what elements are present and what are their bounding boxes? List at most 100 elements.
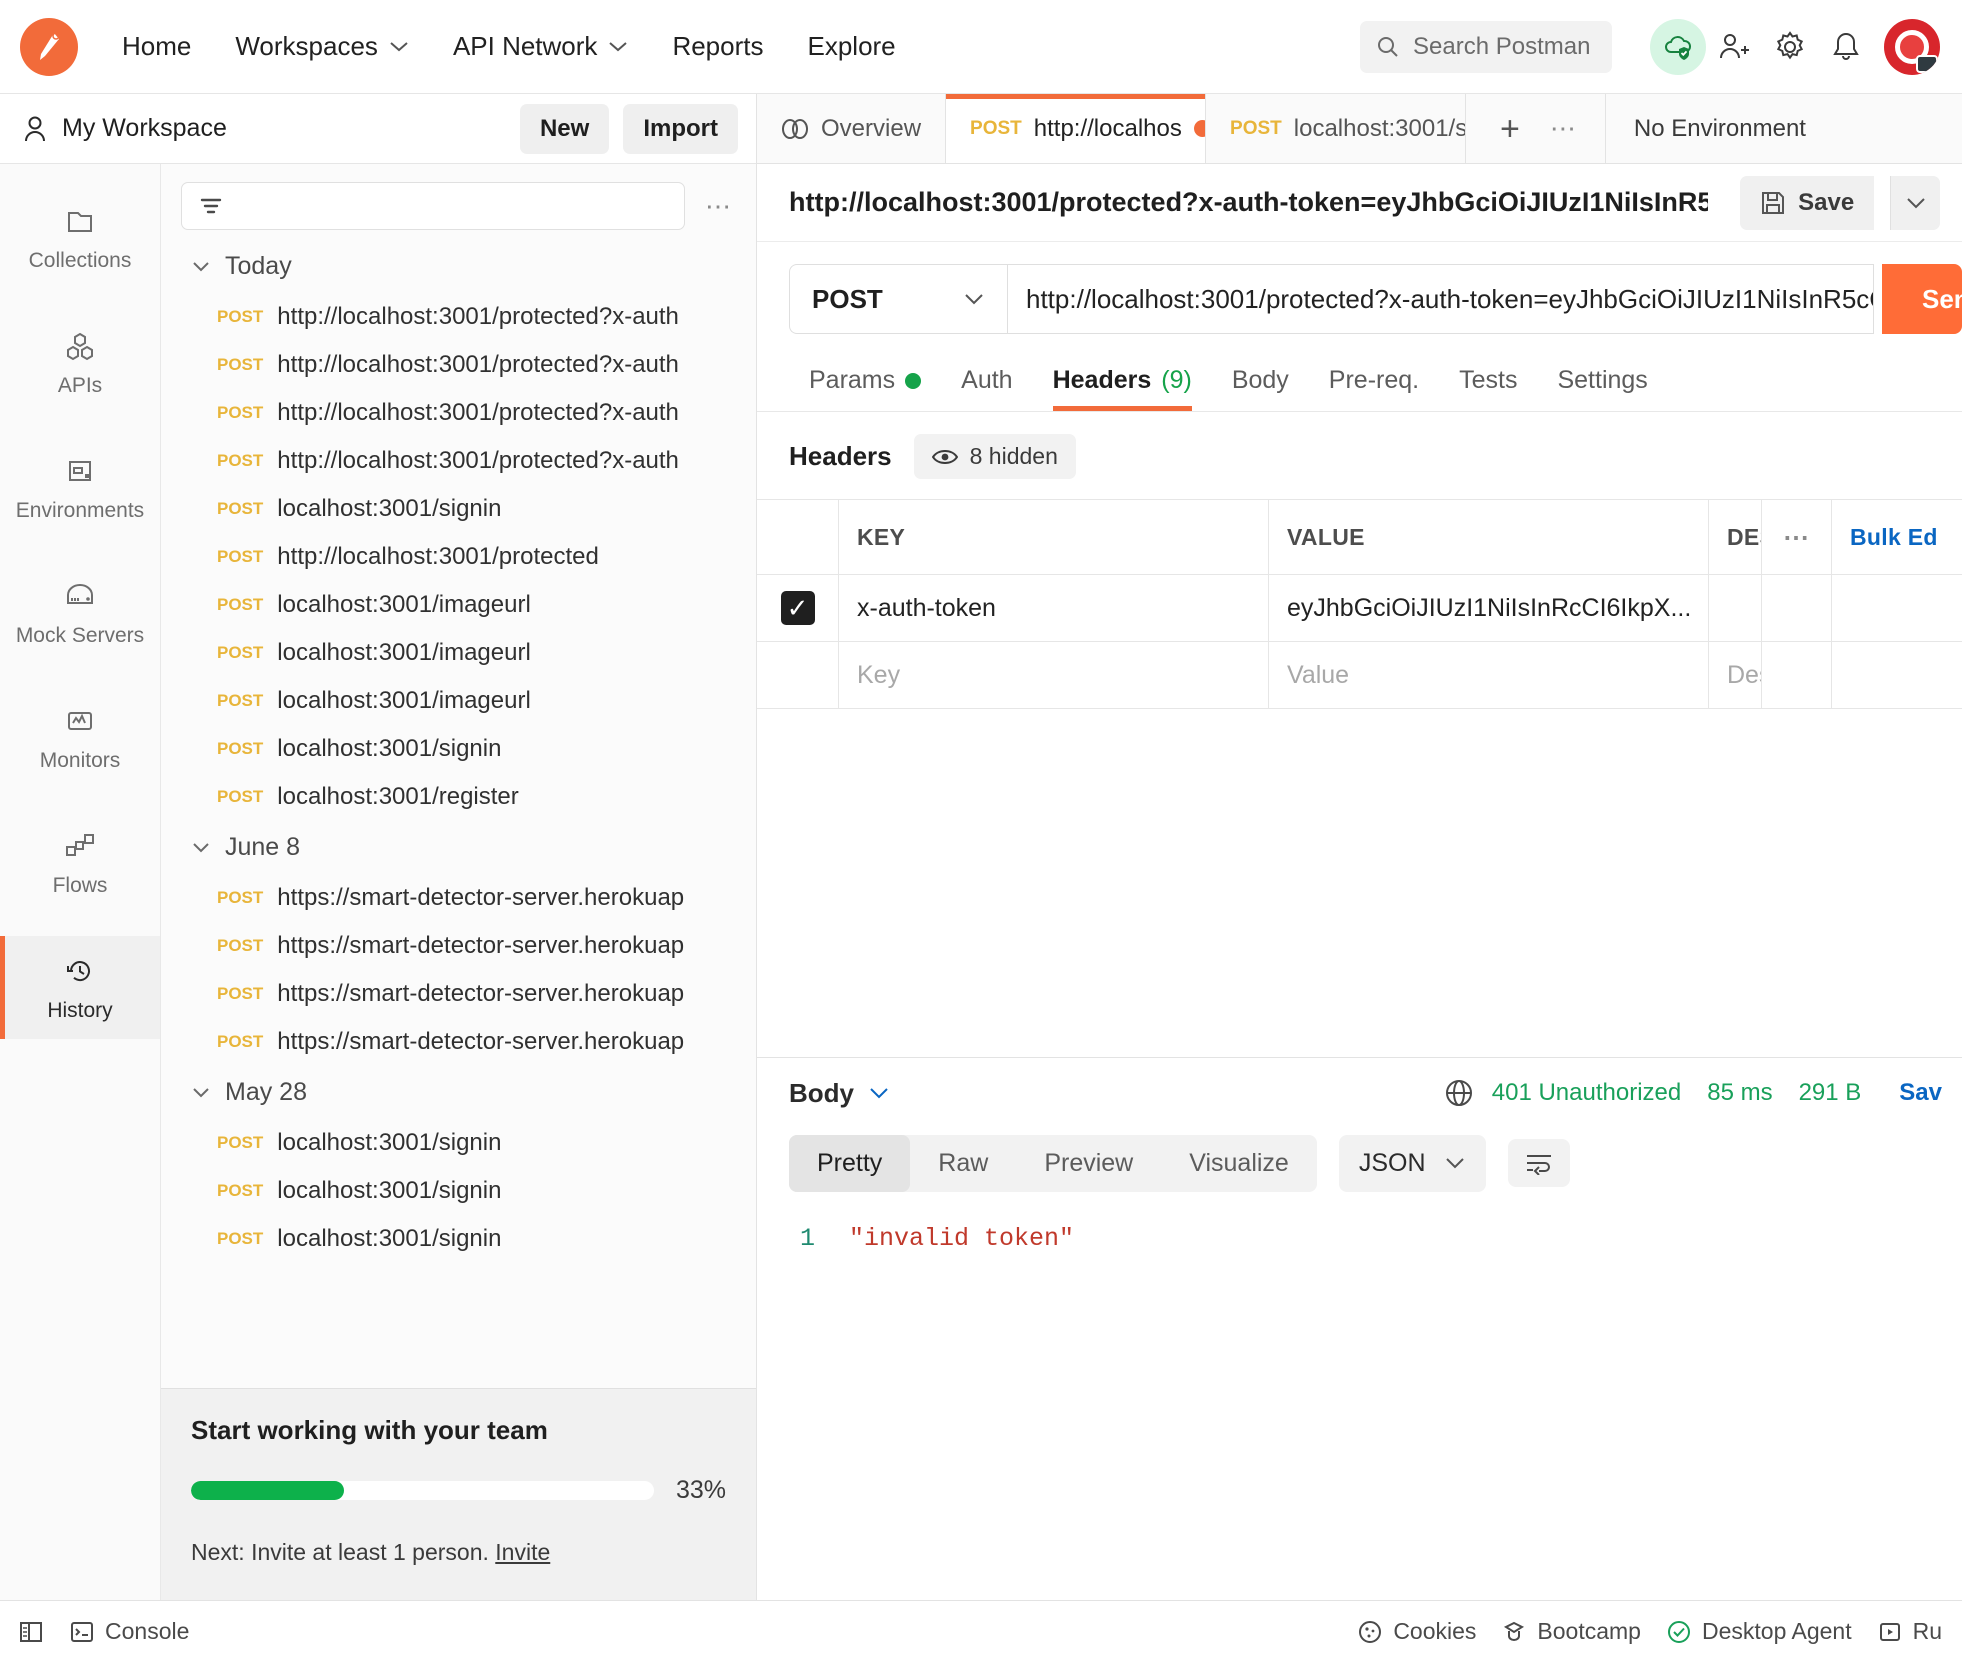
sidebar-item-history[interactable]: History <box>0 936 160 1039</box>
history-list[interactable]: Today POST http://localhost:3001/protecte… <box>161 240 756 1388</box>
save-response-button[interactable]: Sav <box>1899 1079 1962 1107</box>
history-item[interactable]: POST localhost:3001/signin <box>161 1119 756 1167</box>
sidebar-item-label: APIs <box>57 374 103 397</box>
tab-pretty[interactable]: Pretty <box>789 1134 911 1192</box>
user-avatar[interactable] <box>1884 18 1940 75</box>
row-spacer-2 <box>1832 575 1962 641</box>
history-item[interactable]: POST localhost:3001/imageurl <box>161 629 756 677</box>
history-group-label: Today <box>225 252 292 280</box>
row-checkbox-cell[interactable]: ✓ <box>757 575 839 641</box>
invite-link[interactable]: Invite <box>495 1539 550 1565</box>
tab-request-2[interactable]: POST localhost:3001/s <box>1206 94 1467 163</box>
tabbar-more-options-icon[interactable]: ⋯ <box>1542 113 1585 144</box>
new-header-description-input[interactable]: Description <box>1709 642 1762 708</box>
history-item[interactable]: POST https://smart-detector-server.heroku… <box>161 1018 756 1066</box>
sidebar-item-apis[interactable]: APIs <box>0 311 160 414</box>
history-item[interactable]: POST localhost:3001/imageurl <box>161 677 756 725</box>
tab-request-active[interactable]: POST http://localhos <box>946 94 1207 163</box>
tab-headers[interactable]: Headers (9) <box>1033 356 1212 411</box>
header-value[interactable]: eyJhbGciOiJIUzI1NiIsInRcCI6IkpX... <box>1269 575 1709 641</box>
header-description[interactable] <box>1709 575 1762 641</box>
cloud-sync-status-icon[interactable] <box>1650 18 1706 75</box>
cookies-button[interactable]: Cookies <box>1358 1618 1476 1645</box>
history-item[interactable]: POST http://localhost:3001/protected?x-au… <box>161 389 756 437</box>
http-method-select[interactable]: POST <box>789 264 1007 334</box>
row-spacer-2 <box>1832 642 1962 708</box>
checkbox-checked-icon[interactable]: ✓ <box>780 591 815 625</box>
runner-button[interactable]: Ru <box>1878 1618 1942 1645</box>
tab-body[interactable]: Body <box>1212 356 1309 411</box>
tab-preview[interactable]: Preview <box>1016 1135 1161 1192</box>
nav-item-home[interactable]: Home <box>100 23 213 70</box>
chevron-down-icon <box>1444 1156 1466 1170</box>
tab-tests[interactable]: Tests <box>1439 356 1537 411</box>
gear-icon[interactable] <box>1762 19 1818 75</box>
tab-overview[interactable]: Overview <box>757 94 947 163</box>
new-header-value-input[interactable]: Value <box>1269 642 1709 708</box>
response-body-selector[interactable]: Body <box>789 1078 890 1109</box>
history-item[interactable]: POST https://smart-detector-server.heroku… <box>161 874 756 922</box>
console-button[interactable]: Console <box>70 1618 189 1645</box>
save-options-button[interactable] <box>1890 175 1940 230</box>
history-item[interactable]: POST http://localhost:3001/protected?x-au… <box>161 437 756 485</box>
tab-settings[interactable]: Settings <box>1537 356 1667 411</box>
desktop-agent-status[interactable]: Desktop Agent <box>1667 1618 1852 1645</box>
response-body-code[interactable]: 1 "invalid token" <box>757 1205 1962 1253</box>
bulk-edit-button[interactable]: Bulk Ed <box>1832 500 1962 574</box>
history-item[interactable]: POST https://smart-detector-server.heroku… <box>161 970 756 1018</box>
history-item[interactable]: POST http://localhost:3001/protected?x-au… <box>161 293 756 341</box>
search-input[interactable]: Search Postman <box>1360 20 1612 73</box>
history-item[interactable]: POST localhost:3001/signin <box>161 725 756 773</box>
response-bar: Body 401 Unauthorized 85 ms 291 B Sav <box>757 1056 1962 1127</box>
new-header-key-input[interactable]: Key <box>839 642 1269 708</box>
invite-user-icon[interactable] <box>1706 19 1762 75</box>
sidebar-item-mock-servers[interactable]: Mock Servers <box>0 561 160 664</box>
history-item[interactable]: POST localhost:3001/signin <box>161 485 756 533</box>
response-format-select[interactable]: JSON <box>1338 1134 1486 1192</box>
tab-raw[interactable]: Raw <box>910 1135 1016 1192</box>
nav-item-reports[interactable]: Reports <box>650 23 785 70</box>
history-item[interactable]: POST localhost:3001/register <box>161 773 756 821</box>
history-group-header[interactable]: June 8 <box>161 821 756 874</box>
tab-pre-request[interactable]: Pre-req. <box>1309 356 1439 411</box>
save-button[interactable]: Save <box>1740 175 1875 230</box>
send-button[interactable]: Send <box>1882 264 1962 334</box>
header-key[interactable]: x-auth-token <box>839 575 1269 641</box>
chevron-down-icon <box>608 40 628 53</box>
nav-item-explore[interactable]: Explore <box>785 23 917 70</box>
history-item[interactable]: POST http://localhost:3001/protected <box>161 533 756 581</box>
postman-logo-icon[interactable] <box>20 17 78 76</box>
new-tab-button[interactable]: + <box>1486 112 1534 146</box>
bell-icon[interactable] <box>1818 19 1874 75</box>
history-more-options-icon[interactable]: ⋯ <box>697 191 740 222</box>
table-row-placeholder[interactable]: Key Value Description <box>757 642 1962 709</box>
sidebar-item-monitors[interactable]: Monitors <box>0 686 160 789</box>
tab-params[interactable]: Params <box>789 356 941 411</box>
history-filter-input[interactable] <box>181 182 685 230</box>
sidebar-toggle-icon[interactable] <box>18 1619 44 1645</box>
history-item[interactable]: POST http://localhost:3001/protected?x-au… <box>161 341 756 389</box>
tab-visualize[interactable]: Visualize <box>1161 1135 1317 1192</box>
new-button[interactable]: New <box>519 103 610 154</box>
import-button[interactable]: Import <box>623 103 738 154</box>
environment-selector[interactable]: No Environment <box>1605 94 1834 163</box>
table-row[interactable]: ✓ x-auth-token eyJhbGciOiJIUzI1NiIsInRcC… <box>757 575 1962 642</box>
hidden-headers-toggle[interactable]: 8 hidden <box>913 434 1076 479</box>
url-input[interactable]: http://localhost:3001/protected?x-auth-t… <box>1007 264 1874 334</box>
history-item[interactable]: POST localhost:3001/signin <box>161 1215 756 1263</box>
sidebar-item-collections[interactable]: Collections <box>0 186 160 289</box>
nav-item-api-network[interactable]: API Network <box>431 23 651 70</box>
history-item[interactable]: POST localhost:3001/signin <box>161 1167 756 1215</box>
headers-more-options-icon[interactable]: ⋯ <box>1762 500 1832 574</box>
wrap-lines-icon[interactable] <box>1507 1139 1570 1187</box>
history-item[interactable]: POST https://smart-detector-server.heroku… <box>161 922 756 970</box>
tab-auth[interactable]: Auth <box>941 356 1032 411</box>
sidebar-item-flows[interactable]: Flows <box>0 811 160 914</box>
history-group-header[interactable]: Today <box>161 240 756 293</box>
bootcamp-button[interactable]: Bootcamp <box>1502 1618 1641 1645</box>
history-group-header[interactable]: May 28 <box>161 1066 756 1119</box>
sidebar-item-environments[interactable]: Environments <box>0 436 160 539</box>
history-item[interactable]: POST localhost:3001/imageurl <box>161 581 756 629</box>
row-checkbox-cell-empty[interactable] <box>757 642 839 708</box>
nav-item-workspaces[interactable]: Workspaces <box>213 23 431 70</box>
